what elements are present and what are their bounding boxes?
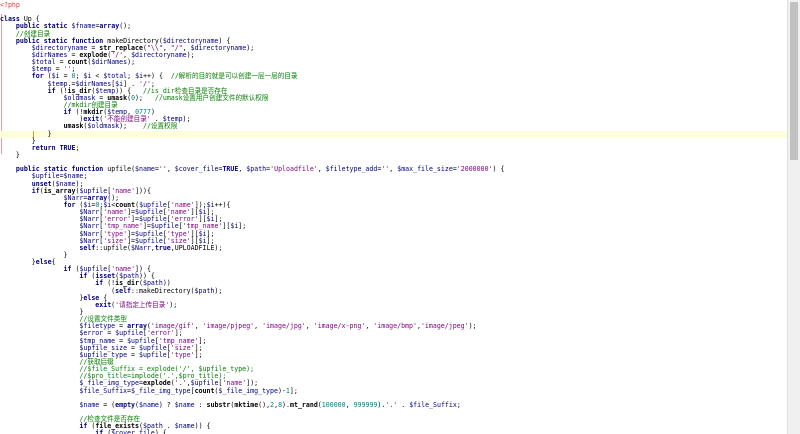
scrollbar-thumb[interactable] <box>790 2 798 160</box>
code-line[interactable]: $name = (empty($name) ? $name : substr(m… <box>0 401 788 409</box>
code-line[interactable]: (self::makeDirectory($path); <box>0 287 788 295</box>
code-line[interactable]: $upfile=$name; <box>0 173 788 180</box>
code-line[interactable]: $total = count($dirNames); <box>0 58 788 66</box>
vertical-scrollbar[interactable] <box>787 0 800 434</box>
code-editor[interactable]: <?php class Up { public static $fname=arr… <box>0 0 800 434</box>
code-line[interactable]: exit('请指定上传目录'); <box>0 301 788 309</box>
current-code-line[interactable]: } <box>0 130 788 138</box>
code-line[interactable]: if ($cover_file) { <box>0 430 788 434</box>
code-line[interactable]: umask($oldmask); //设置权限 <box>0 123 788 130</box>
code-line[interactable]: public static function upfile($name='', … <box>0 166 788 173</box>
code-line[interactable]: $oldmask = umask(0); //umask设置用户创建文件的默认权… <box>0 94 788 102</box>
code-line[interactable]: <?php <box>0 2 788 9</box>
code-line[interactable]: } <box>0 151 788 159</box>
code-line[interactable]: $upfile_type = $upfile['type']; <box>0 351 788 359</box>
code-line[interactable]: self::upfile($Narr,true,UPLOADFILE); <box>0 244 788 252</box>
code-area[interactable]: <?php class Up { public static $fname=arr… <box>0 2 788 434</box>
code-line[interactable]: return TRUE; <box>0 144 788 152</box>
code-line[interactable]: $file_Suffix=$_file_img_type[count($_fil… <box>0 387 788 395</box>
code-line[interactable]: } <box>0 251 788 259</box>
code-line[interactable]: public static $fname=array(); <box>0 23 788 30</box>
code-line[interactable]: } <box>0 137 788 145</box>
code-line[interactable] <box>0 9 788 16</box>
